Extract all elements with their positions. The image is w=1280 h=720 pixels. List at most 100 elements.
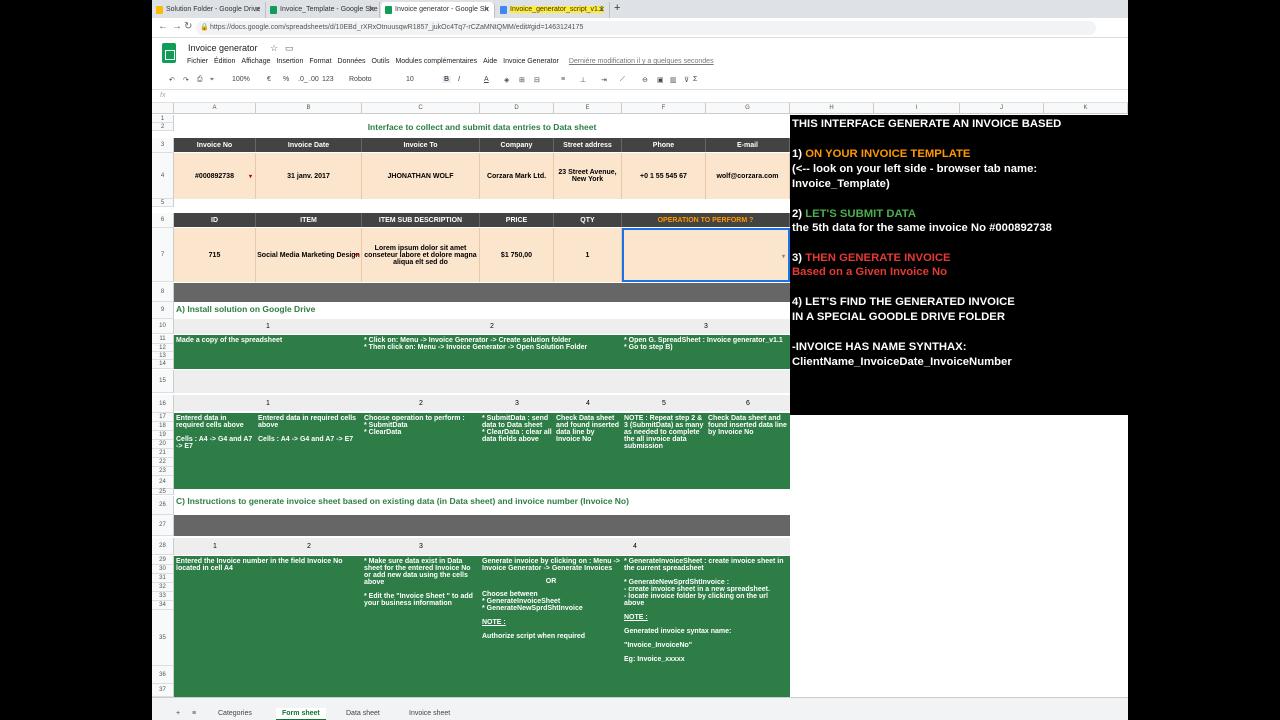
menu-insertion[interactable]: Insertion (276, 58, 303, 65)
link-icon[interactable]: ⊖ (642, 76, 648, 84)
all-sheets-icon[interactable]: ≡ (192, 710, 196, 717)
sheet-tab-form[interactable]: Form sheet (276, 708, 326, 720)
menu-affichage[interactable]: Affichage (241, 58, 270, 65)
step-a3[interactable]: * Open G. SpreadSheet : Invoice generato… (622, 335, 790, 369)
tab-invoice-generator[interactable]: Invoice generator - Google Sh ✕ (381, 2, 495, 18)
row-header[interactable]: 9 (152, 302, 174, 319)
step-a1[interactable]: Made a copy of the spreadsheet (174, 335, 362, 369)
close-icon[interactable]: ✕ (254, 5, 261, 14)
percent-button[interactable]: % (283, 76, 289, 83)
row-header[interactable]: 27 (152, 515, 174, 536)
cell-item-sub[interactable]: Lorem ipsum dolor sit amet conseteur lab… (362, 228, 480, 282)
close-icon[interactable]: ✕ (483, 5, 490, 14)
header-invoice-date[interactable]: Invoice Date (256, 138, 362, 152)
header-item-sub[interactable]: ITEM SUB DESCRIPTION (362, 213, 480, 227)
row-header[interactable]: 8 (152, 283, 174, 302)
cell-phone[interactable]: +0 1 55 545 67 (622, 153, 706, 199)
sum-icon[interactable]: Σ (693, 76, 697, 83)
reload-icon[interactable]: ↻ (184, 21, 192, 32)
row-header[interactable]: 34 (152, 601, 174, 610)
row-header[interactable]: 10 (152, 319, 174, 334)
row-header[interactable]: 15 (152, 370, 174, 393)
tab-solution-folder[interactable]: Solution Folder - Google Drive ✕ (152, 2, 266, 18)
merge-icon[interactable]: ⊟ (534, 76, 540, 84)
paint-format-icon[interactable]: ⌖ (210, 76, 214, 84)
step-c4[interactable]: Generate invoice by clicking on : Menu -… (480, 556, 622, 697)
column-header[interactable]: J (960, 103, 1044, 114)
increase-decimal-button[interactable]: .00 (309, 76, 319, 83)
column-header[interactable]: A (174, 103, 256, 114)
column-header[interactable]: B (256, 103, 362, 114)
row-header[interactable]: 19 (152, 431, 174, 440)
row-header[interactable]: 4 (152, 153, 174, 199)
row-header[interactable]: 22 (152, 458, 174, 467)
row-header[interactable]: 2 (152, 123, 174, 131)
row-header[interactable]: 17 (152, 413, 174, 422)
cell-email[interactable]: wolf@corzara.com (706, 153, 790, 199)
header-company[interactable]: Company (480, 138, 554, 152)
header-invoice-to[interactable]: Invoice To (362, 138, 480, 152)
row-header[interactable]: 14 (152, 360, 174, 369)
cell-invoice-date[interactable]: 31 janv. 2017 (256, 153, 362, 199)
row-header[interactable]: 25 (152, 489, 174, 495)
close-icon[interactable]: ✕ (598, 5, 605, 14)
row-header[interactable]: 7 (152, 228, 174, 282)
step-b3[interactable]: Choose operation to perform : * SubmitDat… (362, 413, 480, 489)
section-c-title[interactable]: C) Instructions to generate invoice shee… (176, 496, 786, 510)
row-header[interactable]: 18 (152, 422, 174, 431)
zoom-select[interactable]: 100% (232, 76, 250, 83)
interface-title[interactable]: Interface to collect and submit data ent… (174, 115, 790, 139)
column-header[interactable]: D (480, 103, 554, 114)
header-email[interactable]: E-mail (706, 138, 790, 152)
column-header[interactable]: K (1044, 103, 1128, 114)
menu-modules[interactable]: Modules complémentaires (395, 58, 477, 65)
sheets-logo-icon[interactable] (162, 43, 176, 63)
row-header[interactable]: 36 (152, 666, 174, 684)
dropdown-icon[interactable]: ▾ (782, 253, 785, 260)
step-b6[interactable]: NOTE : Repeat step 2 & 3 (SubmitData) as… (622, 413, 706, 489)
sheet-tab-categories[interactable]: Categories (218, 710, 252, 717)
corner-cell[interactable] (152, 103, 174, 114)
menu-donnees[interactable]: Données (338, 58, 366, 65)
row-header[interactable]: 29 (152, 556, 174, 565)
menu-fichier[interactable]: Fichier (187, 58, 208, 65)
menu-outils[interactable]: Outils (372, 58, 390, 65)
align-icon[interactable]: ≡ (561, 76, 565, 83)
formula-bar[interactable]: fx (152, 90, 1128, 103)
row-header[interactable]: 26 (152, 496, 174, 515)
filter-icon[interactable]: ⊽ (684, 76, 689, 84)
borders-icon[interactable]: ⊞ (519, 76, 525, 84)
wrap-icon[interactable]: ⇥ (601, 76, 607, 84)
row-header[interactable]: 12 (152, 344, 174, 352)
row-header[interactable]: 5 (152, 199, 174, 207)
forward-icon[interactable]: → (172, 21, 182, 32)
redo-icon[interactable]: ↷ (183, 76, 189, 84)
column-header[interactable]: E (554, 103, 622, 114)
close-icon[interactable]: ✕ (368, 5, 375, 14)
section-a-title[interactable]: A) Install solution on Google Drive (176, 304, 776, 318)
currency-button[interactable]: € (267, 76, 271, 83)
header-price[interactable]: PRICE (480, 213, 554, 227)
step-b4[interactable]: * SubmitData : send data to Data sheet * … (480, 413, 554, 489)
column-header[interactable]: C (362, 103, 480, 114)
url-field[interactable]: 🔒 https://docs.google.com/spreadsheets/d/… (196, 21, 1096, 35)
sheet-tab-data[interactable]: Data sheet (346, 710, 380, 717)
cell-item[interactable]: Social Media Marketing Design ▾ (256, 228, 362, 282)
rotate-icon[interactable]: ⟋ (620, 76, 625, 84)
row-header[interactable]: 16 (152, 395, 174, 413)
row-header[interactable]: 31 (152, 574, 174, 583)
undo-icon[interactable]: ↶ (169, 76, 175, 84)
row-header[interactable]: 35 (152, 610, 174, 666)
step-b5[interactable]: Check Data sheet and found inserted data… (554, 413, 622, 489)
cell-id[interactable]: 715 (174, 228, 256, 282)
row-header[interactable]: 30 (152, 565, 174, 574)
row-header[interactable]: 3 (152, 138, 174, 153)
column-header[interactable]: F (622, 103, 706, 114)
header-phone[interactable]: Phone (622, 138, 706, 152)
row-header[interactable]: 11 (152, 335, 174, 344)
row-header[interactable]: 1 (152, 115, 174, 123)
row-header[interactable]: 28 (152, 538, 174, 555)
decrease-decimal-button[interactable]: .0_ (298, 76, 308, 83)
step-b1[interactable]: Entered data in required cells above Cell… (174, 413, 256, 489)
menu-invoice-generator[interactable]: Invoice Generator (503, 58, 559, 65)
